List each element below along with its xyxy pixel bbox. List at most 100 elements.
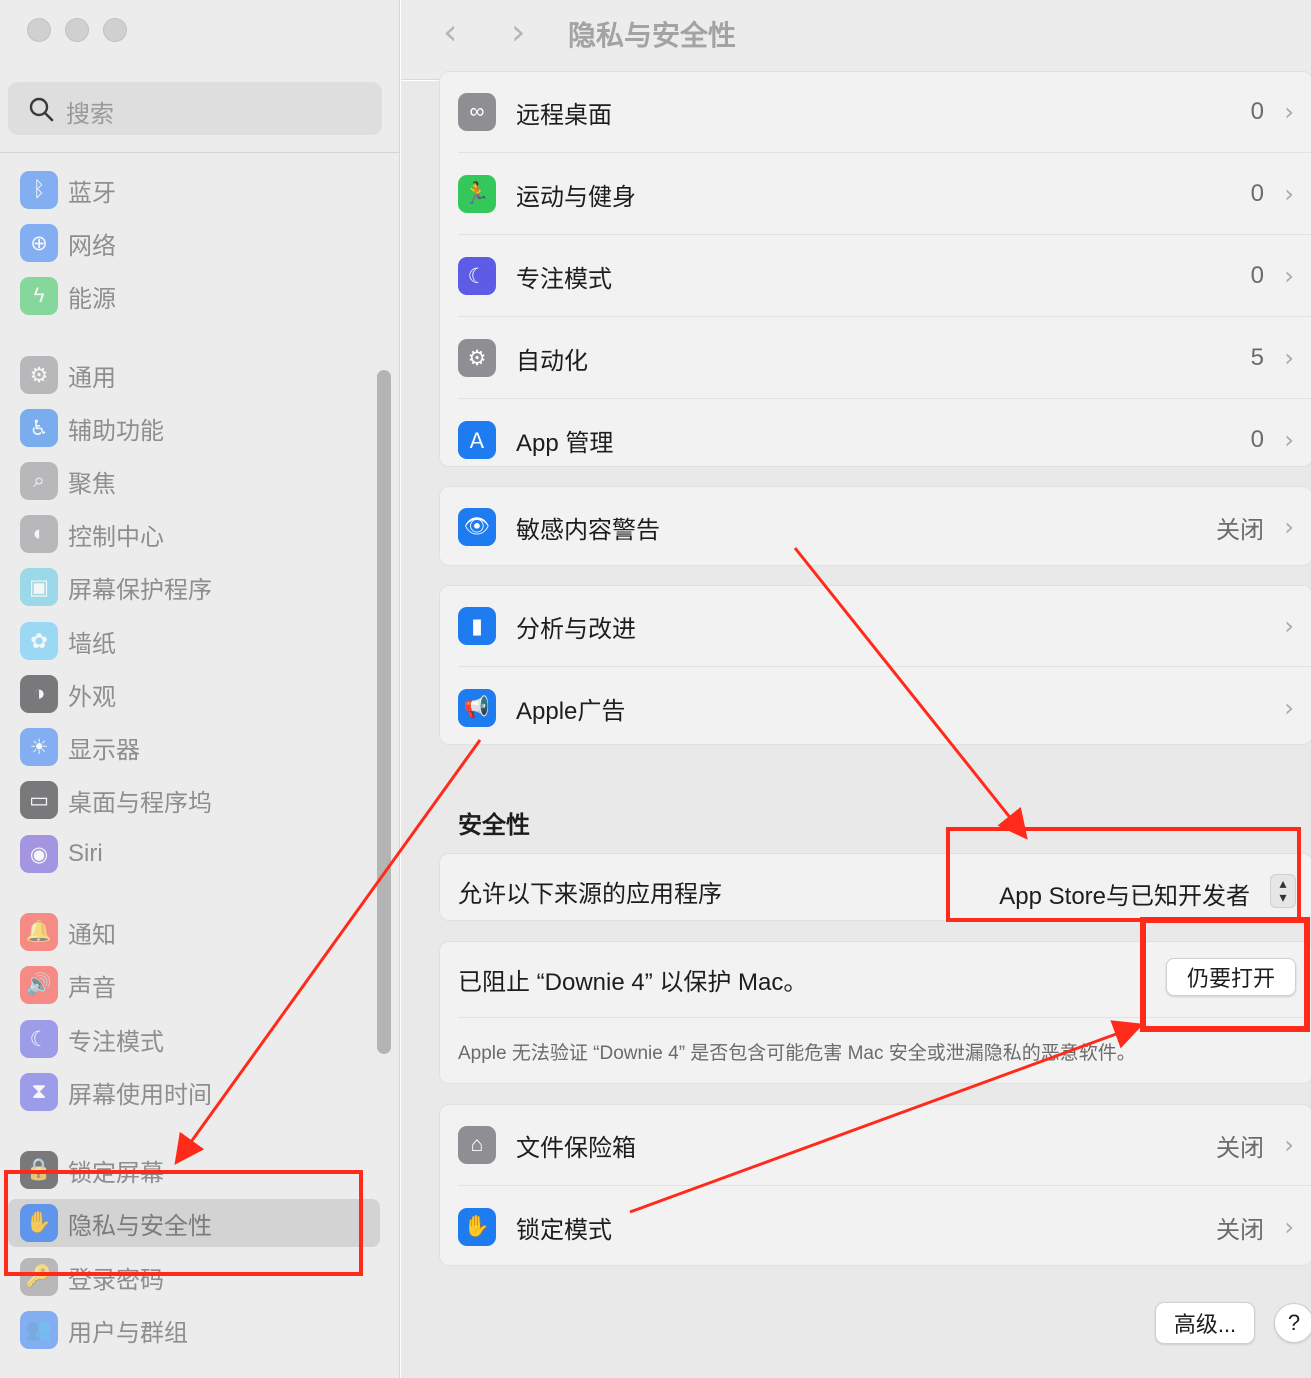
screensaver-icon: ▣ [20,568,58,606]
settings-row[interactable]: Ａ App 管理 0 › [440,399,1311,466]
settings-row-label: 锁定模式 [516,1216,612,1244]
sidebar-item-label: 通知 [68,921,116,949]
minimize-window-button[interactable] [65,18,89,42]
sidebar-item-label: 蓝牙 [68,179,116,207]
search-field[interactable]: 搜索 [8,82,382,135]
sidebar-item[interactable]: ✋ 隐私与安全性 [8,1199,380,1247]
sidebar-item[interactable]: ⌕ 聚焦 [8,457,380,505]
settings-row[interactable]: ⌂ 文件保险箱 关闭 › [440,1105,1311,1186]
sensitive-content-group: 👁 敏感内容警告 关闭 › [439,486,1311,566]
chevron-right-icon: › [1284,513,1294,541]
sidebar-item[interactable]: ◐ 控制中心 [8,510,380,558]
sidebar-item[interactable]: 🔒 锁定屏幕 [8,1146,380,1194]
sidebar-scrollbar[interactable] [377,370,391,1054]
sidebar-item[interactable]: 👥 用户与群组 [8,1306,380,1354]
sidebar-item[interactable]: ⊕ 网络 [8,219,380,267]
settings-row-value: 关闭 [1216,1134,1264,1162]
popup-arrows-icon[interactable]: ▴ ▾ [1270,874,1296,908]
sidebar-item[interactable]: 🔑 登录密码 [8,1253,380,1301]
privacy-permissions-group: ∞ 远程桌面 0 › 🏃 运动与健身 0 › ☾ 专注模式 0 › ⚙ 自动化 5 › Ａ App 管理 0 › [439,71,1311,467]
open-anyway-button[interactable]: 仍要打开 [1166,958,1296,996]
settings-pane: ∞ 远程桌面 0 › 🏃 运动与健身 0 › ☾ 专注模式 0 › ⚙ 自动化 5 › Ａ App 管理 0 › 👁 敏… [401,71,1311,1378]
sidebar-item[interactable]: ♿ 辅助功能 [8,404,380,452]
sidebar-item-label: 屏幕保护程序 [68,576,212,604]
sidebar-item-label: 锁定屏幕 [68,1159,164,1187]
sidebar-item[interactable]: 🔔 通知 [8,908,380,956]
sidebar-item[interactable]: 🔊 声音 [8,961,380,1009]
app-store-icon: Ａ [458,421,496,459]
chevron-right-icon: › [1284,1213,1294,1241]
spotlight-icon: ⌕ [20,462,58,500]
page-title: 隐私与安全性 [568,20,737,51]
sidebar-item-label: 用户与群组 [68,1319,188,1347]
back-button[interactable]: ‹ [443,12,457,53]
row-separator [458,1017,1311,1018]
sidebar-item-label: 隐私与安全性 [68,1212,212,1240]
eye-warning-icon: 👁 [458,508,496,546]
chevron-right-icon: › [1284,180,1294,208]
sidebar-item-label: 通用 [68,364,116,392]
blocked-app-description: Apple 无法验证 “Downie 4” 是否包含可能危害 Mac 安全或泄漏… [458,1043,1136,1064]
search-placeholder: 搜索 [66,101,114,128]
settings-row-label: Apple广告 [516,697,626,725]
toggles-icon: ◐ [20,515,58,553]
sidebar-item-label: 专注模式 [68,1028,164,1056]
blocked-app-message: 已阻止 “Downie 4” 以保护 Mac。 [458,969,808,996]
advanced-button[interactable]: 高级... [1155,1302,1255,1344]
sidebar-item[interactable]: ⧗ 屏幕使用时间 [8,1068,380,1116]
sidebar-item[interactable]: ◉ Siri [8,830,380,878]
forward-button[interactable]: › [511,12,525,53]
settings-row-label: 敏感内容警告 [516,516,660,544]
sidebar-item-label: 登录密码 [68,1266,164,1294]
help-button[interactable]: ? [1274,1303,1311,1343]
sidebar-item-label: 墙纸 [68,630,116,658]
siri-icon: ◉ [20,835,58,873]
sidebar-item[interactable]: ▭ 桌面与程序坞 [8,776,380,824]
allow-apps-popup-value[interactable]: App Store与已知开发者 [999,876,1250,911]
bar-chart-icon: ▮ [458,607,496,645]
password-lock-icon: 🔑 [20,1258,58,1296]
sidebar-item-label: 屏幕使用时间 [68,1081,212,1109]
sidebar-item[interactable]: ☾ 专注模式 [8,1015,380,1063]
settings-row[interactable]: ☾ 专注模式 0 › [440,235,1311,317]
sidebar-item[interactable]: ▣ 屏幕保护程序 [8,563,380,611]
settings-row[interactable]: ∞ 远程桌面 0 › [440,72,1311,153]
settings-row[interactable]: 👁 敏感内容警告 关闭 › [440,487,1311,565]
close-window-button[interactable] [27,18,51,42]
sidebar-item[interactable]: ϟ 能源 [8,272,380,320]
zoom-window-button[interactable] [103,18,127,42]
settings-row[interactable]: 📢 Apple广告 › [440,667,1311,744]
running-figure-icon: 🏃 [458,175,496,213]
flower-icon: ✿ [20,622,58,660]
sidebar-item[interactable]: ☀ 显示器 [8,723,380,771]
sidebar-item[interactable]: ᛒ 蓝牙 [8,166,380,214]
accessibility-icon: ♿ [20,409,58,447]
sidebar-item-label: 辅助功能 [68,417,164,445]
chevron-right-icon: › [1284,694,1294,722]
filevault-house-icon: ⌂ [458,1126,496,1164]
toolbar: ‹ › 隐私与安全性 [401,0,1311,80]
sidebar-item[interactable]: ⚙ 通用 [8,351,380,399]
settings-row[interactable]: ▮ 分析与改进 › [440,586,1311,667]
globe-icon: ⊕ [20,224,58,262]
sidebar-item[interactable]: ◑ 外观 [8,670,380,718]
settings-row[interactable]: 🏃 运动与健身 0 › [440,153,1311,235]
settings-row[interactable]: ✋ 锁定模式 关闭 › [440,1186,1311,1265]
settings-row-label: 运动与健身 [516,183,636,211]
settings-row-label: App 管理 [516,429,614,457]
speaker-icon: 🔊 [20,966,58,1004]
binoculars-icon: ∞ [458,93,496,131]
settings-row[interactable]: ⚙ 自动化 5 › [440,317,1311,399]
sidebar-item-label: 显示器 [68,736,140,764]
settings-row-value: 关闭 [1216,1216,1264,1244]
sidebar-item-label: 网络 [68,232,116,260]
search-icon [29,97,54,122]
lock-screen-icon: 🔒 [20,1151,58,1189]
megaphone-icon: 📢 [458,689,496,727]
users-icon: 👥 [20,1311,58,1349]
moon-icon: ☾ [458,257,496,295]
sidebar-item[interactable]: ✿ 墙纸 [8,617,380,665]
sidebar-item-label: 外观 [68,683,116,711]
settings-row-value: 5 [1250,344,1264,371]
bell-icon: 🔔 [20,913,58,951]
